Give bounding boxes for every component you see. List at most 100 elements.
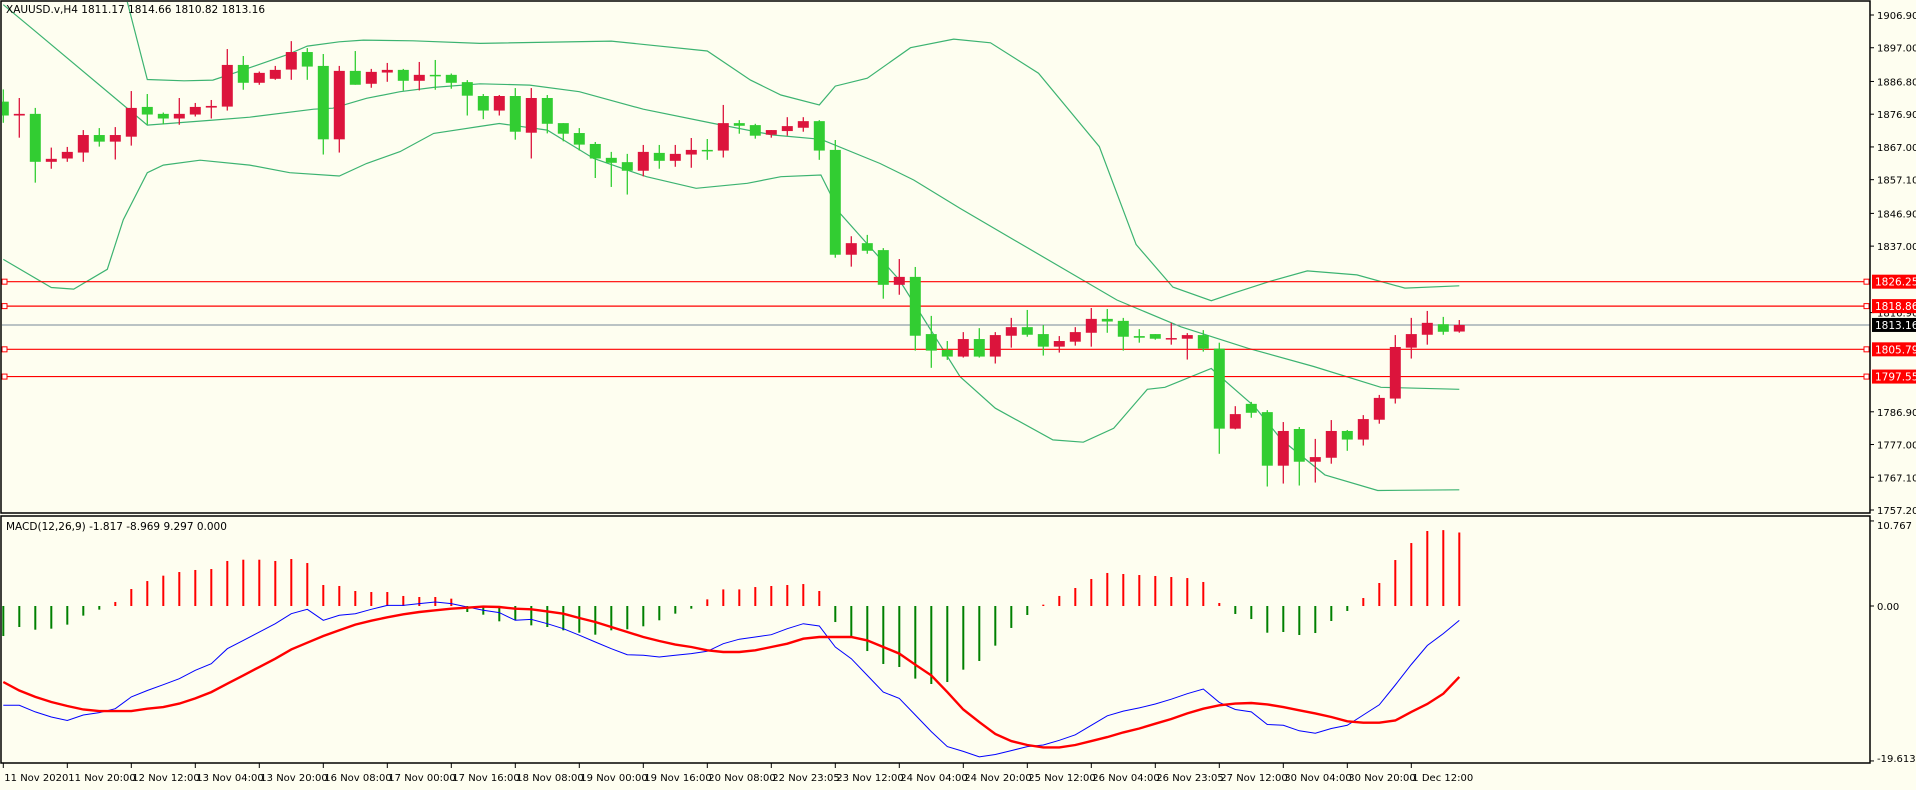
macd-tick-label: 0.00 xyxy=(1877,602,1899,613)
candle-body xyxy=(829,149,841,255)
time-tick-label: 20 Nov 08:00 xyxy=(708,773,775,784)
level-handle-right[interactable] xyxy=(1863,373,1870,380)
candle-body xyxy=(1005,327,1017,336)
candle-body xyxy=(573,133,585,145)
candle-body xyxy=(1069,332,1081,342)
time-tick-label: 19 Nov 00:00 xyxy=(580,773,647,784)
candle-body xyxy=(1293,428,1305,462)
level-handle-right[interactable] xyxy=(1863,303,1870,310)
candle xyxy=(1373,394,1385,424)
candle-body xyxy=(1437,324,1449,332)
candle-body xyxy=(1149,334,1161,339)
price-tick-label: 1837.00 xyxy=(1877,242,1916,253)
candle-body xyxy=(189,106,201,115)
price-tick-label: 1906.90 xyxy=(1877,11,1916,22)
price-tick-label: 1867.00 xyxy=(1877,143,1916,154)
time-tick-label: 22 Nov 23:05 xyxy=(772,773,839,784)
candle-body xyxy=(477,96,489,111)
candle-body xyxy=(413,74,425,81)
macd-tick-label: -19.613 xyxy=(1877,754,1916,765)
candle-body xyxy=(957,339,969,357)
candle-body xyxy=(1085,318,1097,333)
candle-body xyxy=(93,135,105,142)
candle-body xyxy=(1245,403,1257,413)
candle xyxy=(829,139,841,258)
price-tick-label: 1876.90 xyxy=(1877,110,1916,121)
candle-body xyxy=(1101,318,1113,322)
candle-body xyxy=(125,107,137,137)
candle-body xyxy=(637,151,649,171)
candle-body xyxy=(1373,397,1385,420)
time-tick-label: 23 Nov 12:00 xyxy=(836,773,903,784)
candle-body xyxy=(509,96,521,132)
time-tick-label: 17 Nov 00:00 xyxy=(388,773,455,784)
price-tick-label: 1897.00 xyxy=(1877,44,1916,55)
candle-body xyxy=(237,64,249,83)
time-tick-label: 17 Nov 16:00 xyxy=(452,773,519,784)
level-handle-left[interactable] xyxy=(1,346,8,353)
candle-body xyxy=(349,70,361,85)
level-handle-left[interactable] xyxy=(1,303,8,310)
candle-body xyxy=(45,158,57,162)
bid-price-tag-label: 1813.16 xyxy=(1875,320,1916,332)
time-tick-label: 1 Dec 12:00 xyxy=(1412,773,1473,784)
candle-body xyxy=(1277,430,1289,466)
candle-body xyxy=(1133,336,1145,338)
time-tick-label: 27 Nov 12:00 xyxy=(1220,773,1287,784)
candle-body xyxy=(605,157,617,163)
candle-body xyxy=(653,152,665,161)
candle-body xyxy=(589,143,601,159)
candle-body xyxy=(221,64,233,107)
candle-body xyxy=(13,113,25,116)
candle-body xyxy=(205,105,217,108)
level-handle-left[interactable] xyxy=(1,373,8,380)
candle-body xyxy=(285,52,297,70)
candle-body xyxy=(445,74,457,83)
time-tick-label: 26 Nov 04:00 xyxy=(1092,773,1159,784)
candle-body xyxy=(1165,338,1177,340)
symbol-title: XAUUSD.v,H4 1811.17 1814.66 1810.82 1813… xyxy=(6,4,265,16)
candle-body xyxy=(1261,412,1273,466)
candle-body xyxy=(77,135,89,153)
time-tick-label: 26 Nov 23:05 xyxy=(1156,773,1223,784)
time-tick-label: 11 Nov 2020 xyxy=(4,773,68,784)
candle-body xyxy=(909,276,921,336)
candle-body xyxy=(429,74,441,77)
level-handle-right[interactable] xyxy=(1863,278,1870,285)
price-tick-label: 1777.00 xyxy=(1877,441,1916,452)
candle-body xyxy=(1453,324,1465,332)
candle-body xyxy=(813,121,825,151)
candle-body xyxy=(1421,322,1433,335)
time-tick-label: 12 Nov 12:00 xyxy=(132,773,199,784)
candle-body xyxy=(317,65,329,140)
time-tick-label: 30 Nov 20:00 xyxy=(1348,773,1415,784)
level-handle-right[interactable] xyxy=(1863,346,1870,353)
candle-body xyxy=(541,97,553,124)
time-tick-label: 24 Nov 20:00 xyxy=(964,773,1031,784)
candle-body xyxy=(733,123,745,126)
level-price-tag-label: 1797.55 xyxy=(1875,372,1916,384)
level-price-tag-label: 1826.25 xyxy=(1875,277,1916,289)
level-handle-left[interactable] xyxy=(1,278,8,285)
candle-body xyxy=(29,113,41,162)
price-tick-label: 1886.80 xyxy=(1877,77,1916,88)
price-tick-label: 1857.10 xyxy=(1877,176,1916,187)
level-price-tag-label: 1805.79 xyxy=(1875,344,1916,356)
candle-body xyxy=(1213,348,1225,429)
candle-body xyxy=(1229,414,1241,429)
candle-body xyxy=(1405,334,1417,348)
time-tick-label: 30 Nov 04:00 xyxy=(1284,773,1351,784)
candle-body xyxy=(1357,419,1369,440)
candle-body xyxy=(749,125,761,136)
candle-body xyxy=(621,162,633,171)
candle-body xyxy=(925,334,937,351)
time-tick-label: 18 Nov 08:00 xyxy=(516,773,583,784)
candle-body xyxy=(941,349,953,357)
level-price-tag-label: 1818.86 xyxy=(1875,301,1916,313)
candle-body xyxy=(61,151,73,159)
candle-body xyxy=(685,149,697,155)
candle-body xyxy=(381,69,393,73)
trading-chart[interactable]: 1906.90 1897.00 1886.80 1876.90 1867.00 1857.… xyxy=(0,0,1916,790)
candle-body xyxy=(301,52,313,67)
candle-body xyxy=(109,135,121,142)
